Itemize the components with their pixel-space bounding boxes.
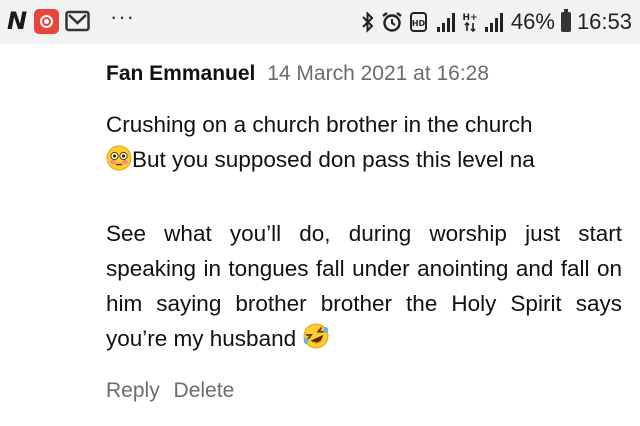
data-icon: H+ (463, 11, 477, 33)
comment-author[interactable]: Fan Emmanuel (106, 62, 255, 85)
n-app-icon: N (6, 7, 28, 35)
rolling-laughing-emoji-icon (302, 322, 330, 360)
comment-header: Fan Emmanuel 14 March 2021 at 16:28 (106, 58, 622, 90)
more-notifications-icon: ··· (110, 4, 135, 29)
comment-text-line: But you supposed don pass this level na (132, 147, 535, 172)
volte-icon: HD (409, 11, 429, 33)
battery-icon (560, 9, 571, 32)
svg-text:HD: HD (412, 19, 426, 28)
battery-percent: 46% (510, 9, 555, 34)
signal-icon (483, 11, 505, 33)
notification-icons: N ··· (6, 4, 135, 36)
status-bar: N ··· HD H+ 46% 16:53 (0, 0, 640, 44)
signal-icon (435, 11, 457, 33)
system-status: HD H+ 46% 16:53 (361, 0, 632, 44)
comment-body: Crushing on a church brother in the chur… (106, 107, 622, 360)
comment-timestamp[interactable]: 14 March 2021 at 16:28 (267, 62, 489, 85)
comment: Fan Emmanuel 14 March 2021 at 16:28 Crus… (106, 58, 622, 406)
clock: 16:53 (576, 9, 632, 34)
delete-link[interactable]: Delete (174, 379, 235, 402)
comment-text-line: Crushing on a church brother in the chur… (106, 112, 533, 137)
comment-actions: Reply Delete (106, 376, 622, 406)
comment-paragraph: Crushing on a church brother in the chur… (106, 107, 622, 181)
gmail-icon (65, 10, 90, 32)
camera-app-icon (34, 8, 59, 34)
bluetooth-icon (361, 11, 375, 33)
alarm-icon (381, 11, 403, 33)
reply-link[interactable]: Reply (106, 379, 160, 402)
svg-text:H+: H+ (463, 13, 477, 23)
comment-paragraph: See what you’ll do, during worship just … (106, 216, 622, 360)
flushed-face-emoji-icon (106, 145, 132, 181)
comment-text: See what you’ll do, during worship just … (106, 221, 622, 351)
